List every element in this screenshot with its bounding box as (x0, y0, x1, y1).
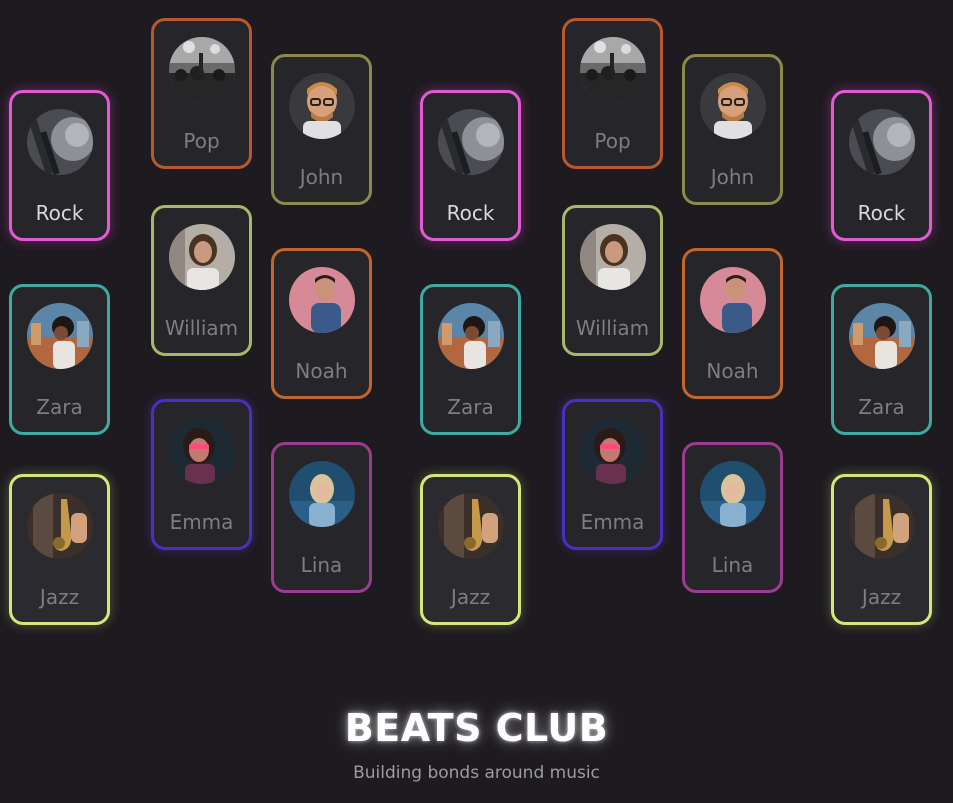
man-long-hair-photo-icon (168, 224, 235, 290)
card-label: Emma (169, 510, 234, 534)
card-zara[interactable]: Zara (831, 284, 932, 435)
card-rock[interactable]: Rock (831, 90, 932, 241)
saxophone-photo-icon (848, 493, 915, 559)
woman-blonde-photo-icon (699, 461, 766, 527)
man-with-glasses-photo-icon (699, 73, 766, 139)
card-pop[interactable]: Pop (562, 18, 663, 169)
card-label: Pop (183, 129, 220, 153)
card-rock[interactable]: Rock (9, 90, 110, 241)
card-zara[interactable]: Zara (420, 284, 521, 435)
card-label: Noah (706, 359, 759, 383)
card-jazz[interactable]: Jazz (420, 474, 521, 625)
card-label: Rock (857, 201, 906, 225)
woman-sunglasses-photo-icon (579, 418, 646, 484)
card-label: John (299, 165, 344, 189)
card-william[interactable]: William (151, 205, 252, 356)
saxophone-photo-icon (437, 493, 504, 559)
card-label: Rock (446, 201, 495, 225)
concert-crowd-photo-icon (168, 37, 235, 103)
man-pink-background-photo-icon (699, 267, 766, 333)
card-lina[interactable]: Lina (682, 442, 783, 593)
guitar-photo-icon (437, 109, 504, 175)
woman-city-photo-icon (437, 303, 504, 369)
card-label: Pop (594, 129, 631, 153)
card-label: Zara (36, 395, 83, 419)
card-wall: Rock Zara Jazz Pop William Emma John Noa… (0, 0, 953, 803)
hero-subtitle: Building bonds around music (353, 763, 600, 783)
saxophone-photo-icon (26, 493, 93, 559)
card-lina[interactable]: Lina (271, 442, 372, 593)
woman-blonde-photo-icon (288, 461, 355, 527)
card-label: Lina (711, 553, 754, 577)
card-label: Jazz (861, 585, 902, 609)
card-label: Emma (580, 510, 645, 534)
card-jazz[interactable]: Jazz (9, 474, 110, 625)
concert-crowd-photo-icon (579, 37, 646, 103)
card-label: Lina (300, 553, 343, 577)
card-rock[interactable]: Rock (420, 90, 521, 241)
card-emma[interactable]: Emma (562, 399, 663, 550)
card-label: Zara (858, 395, 905, 419)
card-label: William (575, 316, 650, 340)
card-jazz[interactable]: Jazz (831, 474, 932, 625)
card-label: Noah (295, 359, 348, 383)
woman-sunglasses-photo-icon (168, 418, 235, 484)
card-label: Zara (447, 395, 494, 419)
card-label: Rock (35, 201, 84, 225)
card-label: John (710, 165, 755, 189)
card-william[interactable]: William (562, 205, 663, 356)
woman-city-photo-icon (848, 303, 915, 369)
card-noah[interactable]: Noah (682, 248, 783, 399)
woman-city-photo-icon (26, 303, 93, 369)
card-pop[interactable]: Pop (151, 18, 252, 169)
man-with-glasses-photo-icon (288, 73, 355, 139)
card-noah[interactable]: Noah (271, 248, 372, 399)
card-zara[interactable]: Zara (9, 284, 110, 435)
card-john[interactable]: John (682, 54, 783, 205)
card-label: Jazz (39, 585, 80, 609)
card-john[interactable]: John (271, 54, 372, 205)
guitar-photo-icon (848, 109, 915, 175)
card-label: Jazz (450, 585, 491, 609)
guitar-photo-icon (26, 109, 93, 175)
man-pink-background-photo-icon (288, 267, 355, 333)
man-long-hair-photo-icon (579, 224, 646, 290)
hero-title: BEATS CLUB (344, 706, 609, 750)
card-emma[interactable]: Emma (151, 399, 252, 550)
card-label: William (164, 316, 239, 340)
